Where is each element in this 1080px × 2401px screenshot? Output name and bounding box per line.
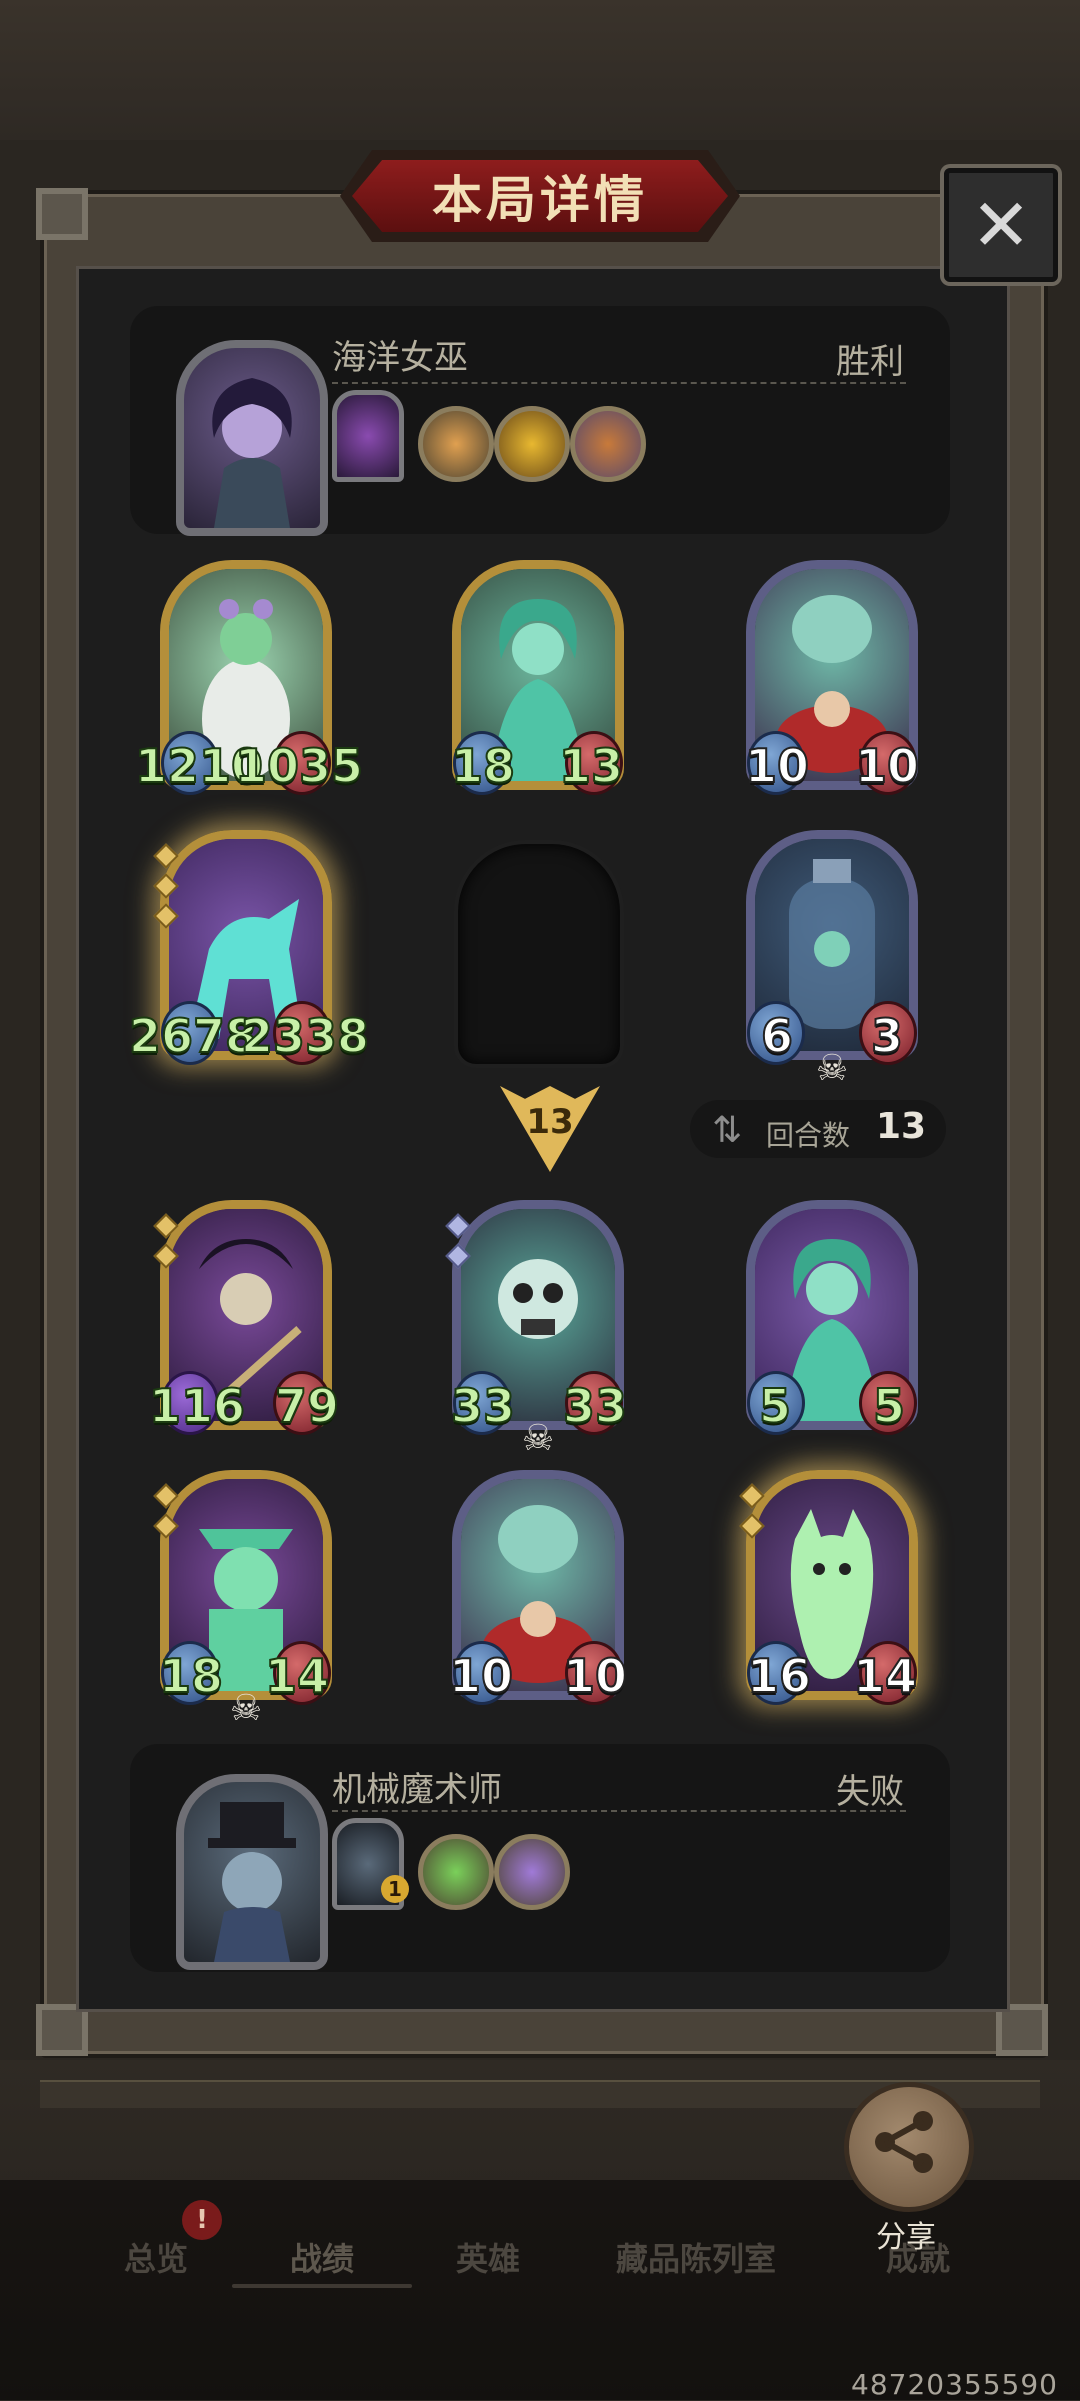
top-hero-token[interactable] — [332, 390, 404, 482]
attack-value: 10 — [448, 1648, 514, 1704]
nav-overview[interactable]: 总览 — [124, 2234, 188, 2280]
minion-card[interactable]: 10 10 — [448, 1470, 628, 1705]
top-hero-portrait[interactable] — [176, 340, 328, 536]
bottom-player-result: 失败 — [836, 1772, 904, 1812]
minion-card[interactable]: 1210 1035 — [134, 560, 364, 795]
nav-record[interactable]: 战绩 — [290, 2234, 354, 2280]
nav-active-underline — [232, 2284, 412, 2288]
round-label: 回合数 — [766, 1119, 851, 1152]
attack-value: 116 — [148, 1378, 246, 1434]
relic-icon[interactable] — [494, 406, 570, 482]
turn-number: 13 — [526, 1102, 574, 1142]
close-icon: ✕ — [970, 183, 1032, 267]
minion-card[interactable]: 2678 2338 — [128, 830, 370, 1065]
tier-pips — [739, 1483, 765, 1547]
health-value: 2338 — [240, 1008, 370, 1064]
minion-card[interactable]: 5 5 — [746, 1200, 918, 1435]
skull-icon: ☠ — [815, 1048, 849, 1089]
attack-value: 33 — [450, 1378, 516, 1434]
attack-value: 2678 — [128, 1008, 258, 1064]
skull-icon: ☠ — [521, 1418, 555, 1459]
health-value: 13 — [558, 738, 624, 794]
divider — [332, 382, 906, 384]
tier-pips — [445, 1213, 471, 1277]
user-id: 48720355590 — [851, 2368, 1058, 2401]
skull-icon: ☠ — [229, 1688, 263, 1729]
minion-card[interactable]: 18 14 ☠ — [153, 1470, 332, 1729]
tier-pips — [153, 843, 179, 937]
round-value: 13 — [876, 1106, 927, 1147]
minion-card[interactable]: 16 14 — [739, 1470, 918, 1705]
background-top — [0, 0, 1080, 140]
notification-badge: ! — [182, 2200, 222, 2240]
bottom-hero-token[interactable]: 1 — [332, 1818, 409, 1910]
bottom-hero-portrait[interactable] — [176, 1774, 328, 1970]
hero-level-badge: 1 — [381, 1875, 409, 1903]
share-button[interactable] — [844, 2082, 974, 2212]
health-value: 1035 — [234, 738, 364, 794]
top-player-result: 胜利 — [836, 342, 904, 382]
tier-pips — [153, 1483, 179, 1547]
share-icon — [875, 2111, 933, 2173]
relic-icon[interactable] — [570, 406, 646, 482]
nav-collection[interactable]: 藏品陈列室 — [616, 2234, 776, 2280]
modal-title: 本局详情 — [352, 160, 728, 232]
tier-pips — [153, 1213, 179, 1277]
attack-value: 16 — [746, 1648, 812, 1704]
health-value: 14 — [264, 1648, 330, 1704]
round-swap-icon: ⇅ — [712, 1110, 743, 1151]
attack-value: 6 — [760, 1008, 794, 1064]
relic-icon[interactable] — [494, 1834, 570, 1910]
relic-icon[interactable] — [418, 406, 494, 482]
attack-value: 5 — [758, 1378, 792, 1434]
minion-card[interactable]: 10 10 — [744, 560, 920, 795]
frame-corner — [36, 188, 88, 240]
divider — [332, 1810, 906, 1812]
health-value: 14 — [852, 1648, 918, 1704]
bottom-player-name: 机械魔术师 — [332, 1770, 502, 1810]
health-value: 10 — [562, 1648, 628, 1704]
top-player-name: 海洋女巫 — [332, 338, 468, 378]
share-label: 分享 — [876, 2220, 936, 2255]
health-value: 79 — [274, 1378, 340, 1434]
minion-card[interactable]: 6 3 ☠ — [746, 830, 918, 1089]
minion-card[interactable]: 18 13 — [450, 560, 624, 795]
minion-card[interactable]: 33 33 ☠ — [445, 1200, 628, 1459]
health-value: 5 — [872, 1378, 906, 1434]
attack-value: 10 — [744, 738, 810, 794]
health-value: 10 — [854, 738, 920, 794]
health-value: 3 — [870, 1008, 904, 1064]
attack-value: 18 — [158, 1648, 224, 1704]
relic-icon[interactable] — [418, 1834, 494, 1910]
close-button[interactable]: ✕ — [944, 168, 1058, 282]
nav-heroes[interactable]: 英雄 — [456, 2234, 520, 2280]
minion-card[interactable]: 116 79 — [148, 1200, 340, 1435]
empty-card-slot — [454, 840, 624, 1068]
health-value: 33 — [562, 1378, 628, 1434]
attack-value: 18 — [450, 738, 516, 794]
